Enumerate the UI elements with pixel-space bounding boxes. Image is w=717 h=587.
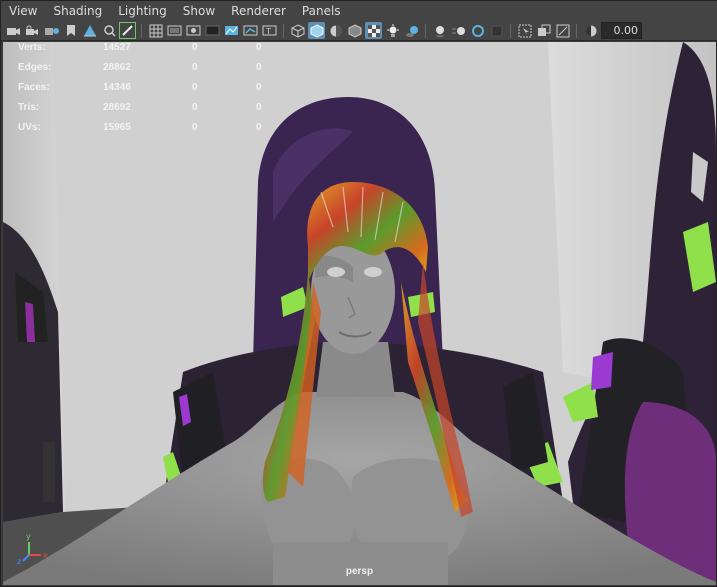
menu-panels[interactable]: Panels [294, 1, 349, 21]
hud-label: Edges: [18, 62, 52, 73]
viewport-panel: View Shading Lighting Show Renderer Pane… [0, 0, 717, 587]
smooth-shade-icon[interactable] [308, 22, 325, 39]
field-chart-icon[interactable] [223, 22, 240, 39]
multisample-aa-icon[interactable] [469, 22, 486, 39]
menu-show[interactable]: Show [175, 1, 223, 21]
safe-action-icon[interactable] [242, 22, 259, 39]
menu-renderer[interactable]: Renderer [223, 1, 294, 21]
toolbar-separator [425, 23, 426, 38]
camera-attributes-icon[interactable] [43, 22, 60, 39]
wireframe-icon[interactable] [289, 22, 306, 39]
hud-value: 0 [192, 82, 198, 93]
hud-value: 0 [256, 42, 262, 53]
persp-viewport[interactable]: y x z Verts: 14527 0 0 Edges: 28862 0 0 … [3, 42, 716, 585]
camera-name-label: persp [345, 566, 374, 577]
resolution-gate-icon[interactable] [185, 22, 202, 39]
toolbar-separator [576, 23, 577, 38]
hud-value: 0 [192, 122, 198, 133]
menu-shading[interactable]: Shading [45, 1, 110, 21]
hud-label: UVs: [18, 122, 41, 133]
camera-icon[interactable] [5, 22, 22, 39]
camera-lock-icon[interactable] [24, 22, 41, 39]
image-plane-icon[interactable] [81, 22, 98, 39]
screen-space-ao-icon[interactable] [431, 22, 448, 39]
hud-value: 0 [192, 62, 198, 73]
hud-label: Verts: [18, 42, 46, 53]
panel-toolbar: T 0.00 [1, 21, 717, 41]
shadows-icon[interactable] [403, 22, 420, 39]
default-material-icon[interactable] [327, 22, 344, 39]
gate-mask-icon[interactable] [204, 22, 221, 39]
menu-view[interactable]: View [1, 1, 45, 21]
hud-value: 0 [256, 122, 262, 133]
safe-title-icon[interactable]: T [261, 22, 278, 39]
hud-value: 0 [256, 102, 262, 113]
toolbar-separator [141, 23, 142, 38]
textured-icon[interactable] [365, 22, 382, 39]
isolate-select-icon[interactable] [516, 22, 533, 39]
axis-y-label: y [26, 532, 31, 541]
grease-pencil-icon[interactable] [119, 22, 136, 39]
depth-of-field-icon[interactable] [488, 22, 505, 39]
hud-value: 0 [192, 102, 198, 113]
hud-value: 28692 [103, 102, 131, 113]
menu-lighting[interactable]: Lighting [110, 1, 175, 21]
grid-icon[interactable] [147, 22, 164, 39]
bookmark-icon[interactable] [62, 22, 79, 39]
axis-z-label: z [17, 557, 21, 566]
film-gate-icon[interactable] [166, 22, 183, 39]
exposure-field[interactable]: 0.00 [601, 22, 642, 39]
hud-value: 14527 [103, 42, 131, 53]
xray-icon[interactable] [346, 22, 363, 39]
toolbar-separator [510, 23, 511, 38]
axis-x-label: x [43, 551, 48, 560]
hud-value: 0 [256, 82, 262, 93]
hud-value: 0 [256, 62, 262, 73]
toolbar-separator [283, 23, 284, 38]
xray-active-icon[interactable] [535, 22, 552, 39]
hud-value: 14346 [103, 82, 131, 93]
panel-menubar: View Shading Lighting Show Renderer Pane… [1, 1, 717, 21]
hud-label: Tris: [18, 102, 40, 113]
exposure-icon[interactable] [582, 22, 599, 39]
hud-value: 0 [192, 42, 198, 53]
hud-value: 15965 [103, 122, 131, 133]
hud-label: Faces: [18, 82, 50, 93]
svg-text:T: T [265, 27, 271, 36]
motion-blur-icon[interactable] [450, 22, 467, 39]
hud-value: 28862 [103, 62, 131, 73]
xray-joints-icon[interactable] [554, 22, 571, 39]
use-lights-icon[interactable] [384, 22, 401, 39]
focus-icon[interactable] [100, 22, 117, 39]
